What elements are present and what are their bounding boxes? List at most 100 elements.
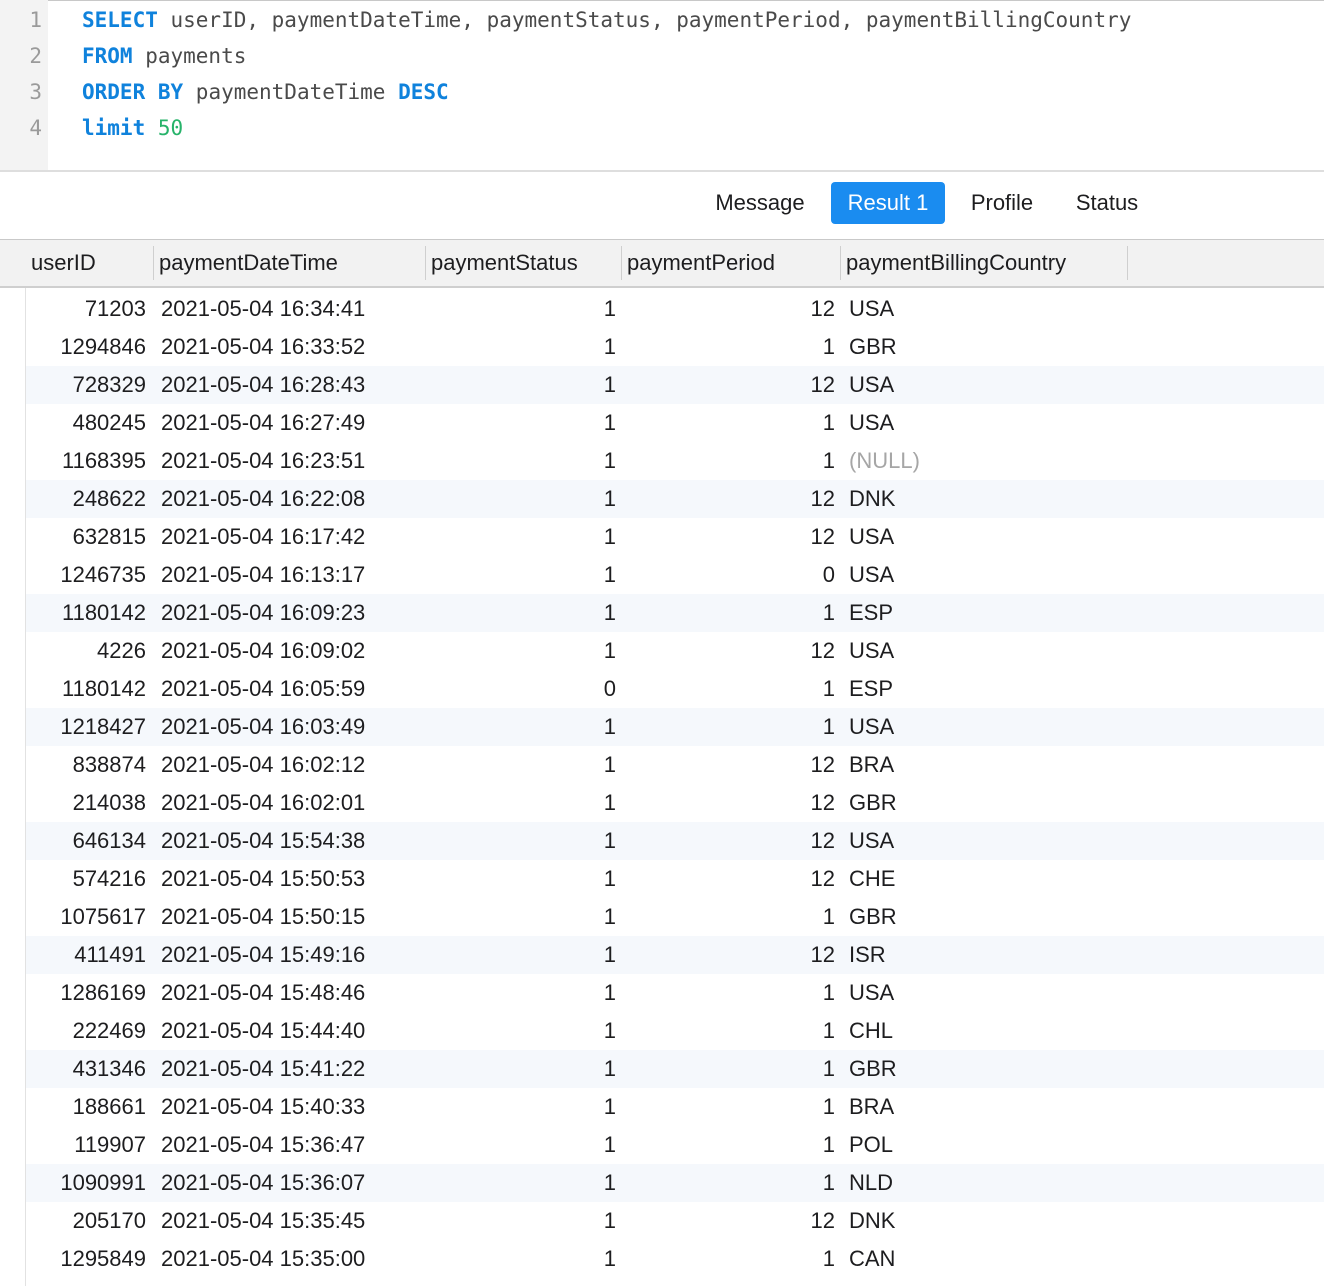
cell-paymentperiod[interactable]: 1: [626, 404, 835, 442]
tab-message[interactable]: Message: [701, 182, 819, 224]
table-row[interactable]: 222469 2021-05-04 15:44:40 1 1 CHL: [26, 1012, 1324, 1050]
cell-paymentbillingcountry[interactable]: CHE: [849, 860, 1129, 898]
cell-paymentstatus[interactable]: 1: [426, 480, 616, 518]
cell-paymentstatus[interactable]: 1: [426, 1088, 616, 1126]
cell-paymentperiod[interactable]: 12: [626, 936, 835, 974]
cell-paymentstatus[interactable]: 1: [426, 1164, 616, 1202]
cell-userid[interactable]: 411491: [26, 936, 146, 974]
cell-paymentdatetime[interactable]: 2021-05-04 15:48:46: [161, 974, 431, 1012]
code-line[interactable]: ORDER BY paymentDateTime DESC: [82, 80, 449, 104]
cell-paymentbillingcountry[interactable]: GBR: [849, 898, 1129, 936]
cell-paymentstatus[interactable]: 1: [426, 518, 616, 556]
cell-paymentstatus[interactable]: 1: [426, 556, 616, 594]
cell-paymentbillingcountry[interactable]: USA: [849, 822, 1129, 860]
cell-paymentperiod[interactable]: 1: [626, 328, 835, 366]
table-row[interactable]: 1286169 2021-05-04 15:48:46 1 1 USA: [26, 974, 1324, 1012]
cell-paymentstatus[interactable]: 1: [426, 860, 616, 898]
cell-paymentdatetime[interactable]: 2021-05-04 15:40:33: [161, 1088, 431, 1126]
cell-paymentdatetime[interactable]: 2021-05-04 16:17:42: [161, 518, 431, 556]
cell-paymentdatetime[interactable]: 2021-05-04 16:09:23: [161, 594, 431, 632]
cell-userid[interactable]: 1218427: [26, 708, 146, 746]
cell-paymentdatetime[interactable]: 2021-05-04 15:41:22: [161, 1050, 431, 1088]
table-row[interactable]: 4226 2021-05-04 16:09:02 1 12 USA: [26, 632, 1324, 670]
cell-paymentdatetime[interactable]: 2021-05-04 15:50:53: [161, 860, 431, 898]
table-row[interactable]: 646134 2021-05-04 15:54:38 1 12 USA: [26, 822, 1324, 860]
table-row[interactable]: 71203 2021-05-04 16:34:41 1 12 USA: [26, 290, 1324, 328]
cell-paymentperiod[interactable]: 12: [626, 480, 835, 518]
table-row[interactable]: 728329 2021-05-04 16:28:43 1 12 USA: [26, 366, 1324, 404]
cell-paymentperiod[interactable]: 1: [626, 670, 835, 708]
cell-userid[interactable]: 1168395: [26, 442, 146, 480]
table-row[interactable]: 119907 2021-05-04 15:36:47 1 1 POL: [26, 1126, 1324, 1164]
cell-paymentdatetime[interactable]: 2021-05-04 15:35:00: [161, 1240, 431, 1278]
cell-paymentperiod[interactable]: 1: [626, 1164, 835, 1202]
table-row[interactable]: 205170 2021-05-04 15:35:45 1 12 DNK: [26, 1202, 1324, 1240]
cell-userid[interactable]: 1090991: [26, 1164, 146, 1202]
table-row[interactable]: 1180142 2021-05-04 16:09:23 1 1 ESP: [26, 594, 1324, 632]
cell-paymentstatus[interactable]: 1: [426, 1202, 616, 1240]
table-row[interactable]: 431346 2021-05-04 15:41:22 1 1 GBR: [26, 1050, 1324, 1088]
cell-userid[interactable]: 1075617: [26, 898, 146, 936]
cell-userid[interactable]: 1286169: [26, 974, 146, 1012]
cell-paymentstatus[interactable]: 1: [426, 404, 616, 442]
table-row[interactable]: 838874 2021-05-04 16:02:12 1 12 BRA: [26, 746, 1324, 784]
cell-paymentperiod[interactable]: 12: [626, 366, 835, 404]
cell-paymentstatus[interactable]: 1: [426, 1050, 616, 1088]
table-row[interactable]: 1180142 2021-05-04 16:05:59 0 1 ESP: [26, 670, 1324, 708]
table-row[interactable]: 1090991 2021-05-04 15:36:07 1 1 NLD: [26, 1164, 1324, 1202]
cell-userid[interactable]: 632815: [26, 518, 146, 556]
cell-paymentstatus[interactable]: 1: [426, 974, 616, 1012]
sql-editor[interactable]: 1 2 3 4 SELECT userID, paymentDateTime, pay…: [0, 0, 1324, 172]
cell-userid[interactable]: 248622: [26, 480, 146, 518]
cell-paymentstatus[interactable]: 1: [426, 746, 616, 784]
table-row[interactable]: 411491 2021-05-04 15:49:16 1 12 ISR: [26, 936, 1324, 974]
cell-paymentstatus[interactable]: 1: [426, 936, 616, 974]
cell-paymentperiod[interactable]: 1: [626, 1240, 835, 1278]
cell-paymentperiod[interactable]: 12: [626, 1202, 835, 1240]
cell-userid[interactable]: 728329: [26, 366, 146, 404]
table-row[interactable]: 480245 2021-05-04 16:27:49 1 1 USA: [26, 404, 1324, 442]
cell-userid[interactable]: 838874: [26, 746, 146, 784]
cell-paymentstatus[interactable]: 1: [426, 898, 616, 936]
cell-paymentstatus[interactable]: 1: [426, 594, 616, 632]
cell-paymentbillingcountry[interactable]: DNK: [849, 1202, 1129, 1240]
cell-paymentstatus[interactable]: 1: [426, 442, 616, 480]
code-line[interactable]: FROM payments: [82, 44, 246, 68]
cell-paymentperiod[interactable]: 12: [626, 632, 835, 670]
cell-paymentdatetime[interactable]: 2021-05-04 16:02:12: [161, 746, 431, 784]
cell-paymentbillingcountry[interactable]: ISR: [849, 936, 1129, 974]
cell-paymentperiod[interactable]: 12: [626, 746, 835, 784]
cell-userid[interactable]: 1180142: [26, 670, 146, 708]
cell-paymentdatetime[interactable]: 2021-05-04 15:35:45: [161, 1202, 431, 1240]
cell-paymentperiod[interactable]: 1: [626, 594, 835, 632]
table-row[interactable]: 214038 2021-05-04 16:02:01 1 12 GBR: [26, 784, 1324, 822]
cell-paymentbillingcountry[interactable]: BRA: [849, 746, 1129, 784]
cell-paymentstatus[interactable]: 1: [426, 290, 616, 328]
tab-result-1[interactable]: Result 1: [831, 182, 945, 224]
cell-paymentbillingcountry[interactable]: NLD: [849, 1164, 1129, 1202]
cell-paymentstatus[interactable]: 1: [426, 784, 616, 822]
cell-userid[interactable]: 1180142: [26, 594, 146, 632]
table-row[interactable]: 1218427 2021-05-04 16:03:49 1 1 USA: [26, 708, 1324, 746]
cell-paymentperiod[interactable]: 12: [626, 290, 835, 328]
table-row[interactable]: 1075617 2021-05-04 15:50:15 1 1 GBR: [26, 898, 1324, 936]
cell-paymentdatetime[interactable]: 2021-05-04 16:27:49: [161, 404, 431, 442]
cell-userid[interactable]: 222469: [26, 1012, 146, 1050]
cell-paymentbillingcountry[interactable]: USA: [849, 556, 1129, 594]
cell-paymentdatetime[interactable]: 2021-05-04 16:34:41: [161, 290, 431, 328]
cell-paymentperiod[interactable]: 12: [626, 822, 835, 860]
row-selector-gutter[interactable]: [0, 288, 26, 1286]
cell-userid[interactable]: 480245: [26, 404, 146, 442]
column-header-paymentperiod[interactable]: paymentPeriod: [622, 240, 841, 286]
cell-paymentdatetime[interactable]: 2021-05-04 16:28:43: [161, 366, 431, 404]
cell-paymentperiod[interactable]: 1: [626, 442, 835, 480]
code-line[interactable]: SELECT userID, paymentDateTime, paymentS…: [82, 8, 1131, 32]
cell-paymentbillingcountry[interactable]: BRA: [849, 1088, 1129, 1126]
table-row[interactable]: 248622 2021-05-04 16:22:08 1 12 DNK: [26, 480, 1324, 518]
cell-paymentdatetime[interactable]: 2021-05-04 15:36:07: [161, 1164, 431, 1202]
cell-paymentstatus[interactable]: 1: [426, 1240, 616, 1278]
cell-paymentbillingcountry[interactable]: POL: [849, 1126, 1129, 1164]
table-row[interactable]: 574216 2021-05-04 15:50:53 1 12 CHE: [26, 860, 1324, 898]
cell-paymentdatetime[interactable]: 2021-05-04 16:09:02: [161, 632, 431, 670]
cell-userid[interactable]: 1294846: [26, 328, 146, 366]
